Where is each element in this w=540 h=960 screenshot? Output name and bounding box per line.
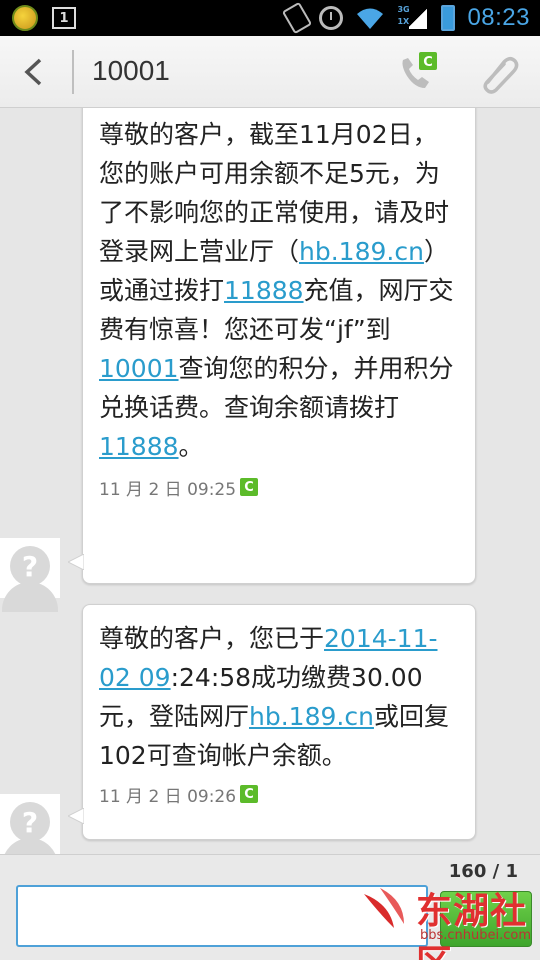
signal-bars-icon bbox=[409, 7, 428, 29]
wifi-icon bbox=[357, 8, 384, 29]
avatar-body bbox=[2, 582, 58, 612]
message-link[interactable]: 11888 bbox=[99, 432, 179, 461]
conversation-title: 10001 bbox=[92, 55, 170, 86]
header-divider bbox=[72, 50, 74, 94]
clock: 08:23 bbox=[467, 4, 530, 31]
avatar[interactable]: ? bbox=[0, 538, 60, 612]
watermark-text: 东湖社区 bbox=[416, 891, 528, 960]
avatar-placeholder-icon: ? bbox=[10, 546, 50, 586]
mobile-signal-icon: 3G 1X bbox=[397, 5, 429, 31]
message-link[interactable]: hb.189.cn bbox=[299, 237, 424, 266]
message-meta: 11 月 2 日 09:26 C bbox=[83, 779, 475, 809]
bubble-tail bbox=[68, 808, 84, 824]
message-time: 11 月 2 日 09:25 bbox=[99, 479, 237, 500]
watermark-logo-icon bbox=[364, 888, 404, 928]
avatar[interactable]: ? bbox=[0, 794, 60, 854]
watermark-url: bbs.cnhubei.com bbox=[420, 928, 532, 943]
sim-icon: 1 bbox=[52, 7, 76, 29]
action-bar: 10001 C bbox=[0, 36, 540, 108]
bubble-tail bbox=[68, 554, 84, 570]
message-meta: 11 月 2 日 09:25 C bbox=[83, 472, 475, 502]
vibrate-icon bbox=[282, 1, 313, 35]
carrier-badge-icon: C bbox=[240, 785, 259, 803]
status-bar-left: 1 bbox=[12, 5, 76, 31]
attachment-icon[interactable] bbox=[478, 52, 520, 94]
conversation-list[interactable]: 尊敬的客户，截至11月02日，您的账户可用余额不足5元，为了不影响您的正常使用，… bbox=[0, 108, 540, 854]
message-segment: 。 bbox=[178, 432, 204, 461]
status-bar: 1 3G 1X 08:23 bbox=[0, 0, 540, 36]
avatar-placeholder-icon: ? bbox=[10, 802, 50, 842]
message-link[interactable]: 11888 bbox=[224, 276, 304, 305]
alarm-icon bbox=[319, 6, 344, 30]
call-icon[interactable]: C bbox=[395, 50, 439, 94]
back-arrow-icon[interactable] bbox=[22, 58, 44, 86]
app-notification-icon bbox=[12, 5, 38, 31]
site-watermark: 东湖社区 bbs.cnhubei.com bbox=[360, 876, 536, 960]
message-bubble[interactable]: 尊敬的客户，截至11月02日，您的账户可用余额不足5元，为了不影响您的正常使用，… bbox=[82, 108, 476, 584]
battery-icon bbox=[441, 5, 456, 31]
message-bubble[interactable]: 尊敬的客户，您已于2014-11-02 09:24:58成功缴费30.00元，登… bbox=[82, 604, 476, 840]
carrier-badge-icon: C bbox=[240, 478, 259, 496]
status-bar-right: 3G 1X 08:23 bbox=[282, 1, 530, 35]
message-text: 尊敬的客户，截至11月02日，您的账户可用余额不足5元，为了不影响您的正常使用，… bbox=[83, 108, 475, 466]
message-link[interactable]: hb.189.cn bbox=[249, 702, 374, 731]
message-segment: 尊敬的客户，您已于 bbox=[99, 624, 325, 653]
message-link[interactable]: 10001 bbox=[99, 354, 179, 383]
message-text: 尊敬的客户，您已于2014-11-02 09:24:58成功缴费30.00元，登… bbox=[83, 605, 475, 775]
call-badge: C bbox=[423, 55, 433, 70]
network-type-top: 3G bbox=[397, 5, 410, 14]
network-type-bottom: 1X bbox=[397, 17, 410, 26]
message-time: 11 月 2 日 09:26 bbox=[99, 786, 237, 807]
